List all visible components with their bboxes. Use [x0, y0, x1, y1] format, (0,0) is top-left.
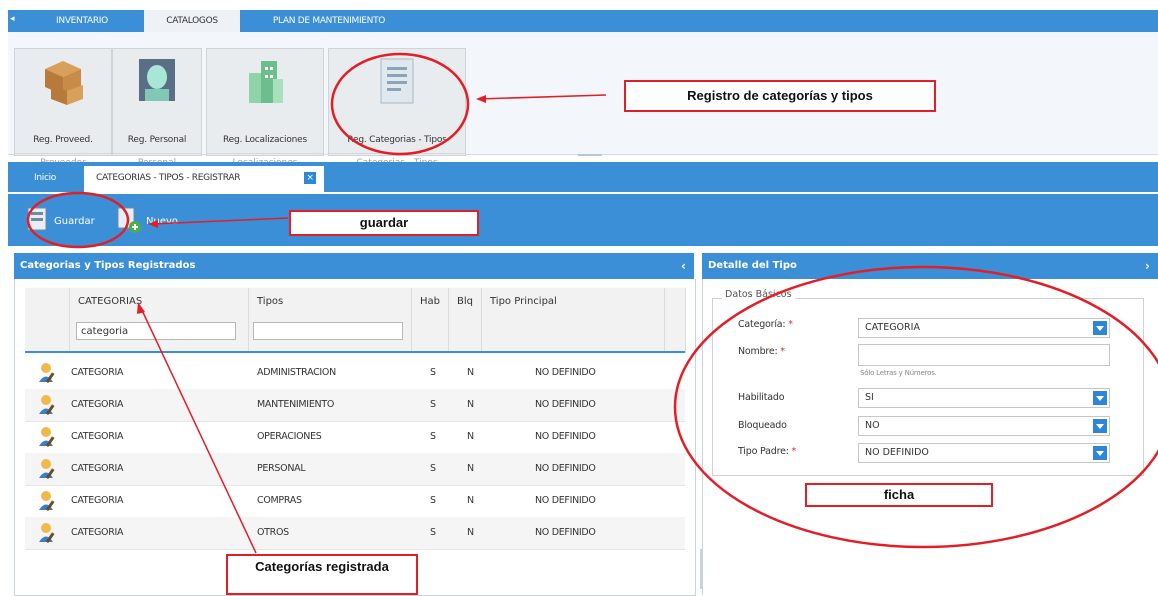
annotation-arrowhead: [148, 220, 158, 228]
annotation-label-guardar: guardar: [289, 210, 479, 236]
annotation-label-ficha: ficha: [805, 483, 993, 507]
annotation-circle-ribbon: [330, 52, 470, 156]
annotation-arrow-registro: [477, 94, 607, 100]
annotation-arrow-guardar: [151, 217, 289, 225]
annotation-circle-save: [26, 191, 130, 249]
annotation-arrow-categorias: [139, 305, 257, 554]
annotation-label-categorias: Categorías registrada: [226, 554, 418, 595]
annotation-label-registro: Registro de categorías y tipos: [624, 80, 936, 112]
annotation-arrowhead: [476, 95, 486, 103]
annotation-arrowhead: [137, 302, 145, 314]
